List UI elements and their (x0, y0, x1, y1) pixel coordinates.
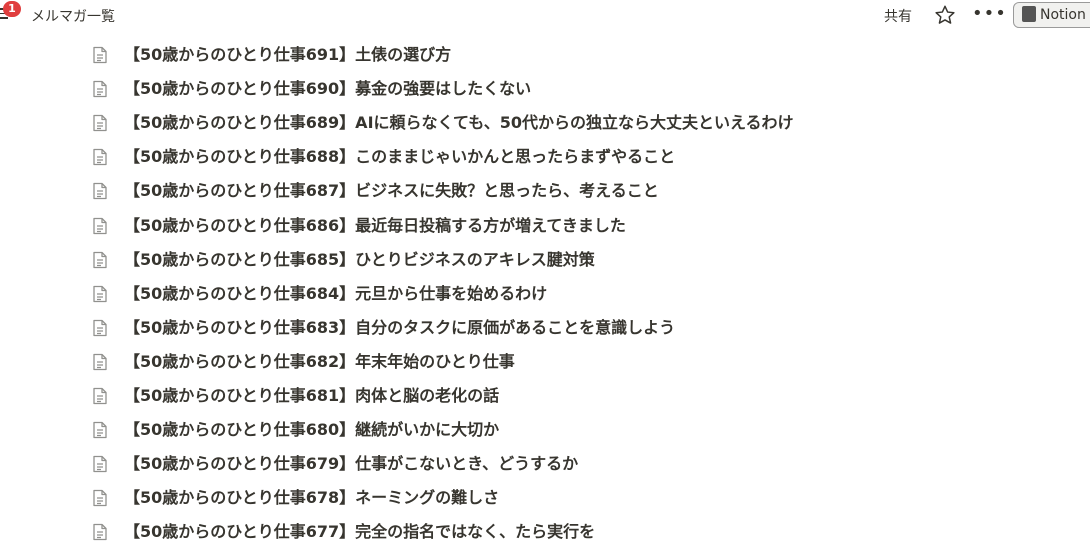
page-icon (93, 80, 107, 98)
page-list-item[interactable]: 【50歳からのひとり仕事690】募金の強要はしたくない (88, 72, 988, 106)
page-list-item[interactable]: 【50歳からのひとり仕事687】ビジネスに失敗？と思ったら、考えること (88, 174, 988, 208)
page-title-link[interactable]: 【50歳からのひとり仕事679】仕事がこないとき、どうするか (124, 453, 578, 475)
page-list-item[interactable]: 【50歳からのひとり仕事678】ネーミングの難しさ (88, 481, 988, 515)
page-icon (93, 387, 107, 405)
open-in-notion-button[interactable]: Notion (1013, 2, 1090, 28)
page-title-link[interactable]: 【50歳からのひとり仕事678】ネーミングの難しさ (124, 487, 499, 509)
top-bar: 1 メルマガ一覧 共有 ••• Notion (0, 0, 1090, 32)
more-options-icon[interactable]: ••• (972, 4, 1007, 24)
page-title-link[interactable]: 【50歳からのひとり仕事682】年末年始のひとり仕事 (124, 351, 515, 373)
page-title-link[interactable]: 【50歳からのひとり仕事677】完全の指名ではなく、たら実行を (124, 521, 595, 543)
notification-badge: 1 (3, 1, 21, 17)
page-title-link[interactable]: 【50歳からのひとり仕事680】継続がいかに大切か (124, 419, 499, 441)
page-title-link[interactable]: 【50歳からのひとり仕事687】ビジネスに失敗？と思ったら、考えること (124, 180, 659, 202)
page-list-item[interactable]: 【50歳からのひとり仕事689】AIに頼らなくても、50代からの独立なら大丈夫と… (88, 106, 988, 140)
page-icon (93, 115, 107, 132)
page-icon (93, 251, 107, 268)
page-list-item[interactable]: 【50歳からのひとり仕事682】年末年始のひとり仕事 (88, 345, 988, 379)
page-title-link[interactable]: 【50歳からのひとり仕事686】最近毎日投稿する方が増えてきました (124, 215, 626, 237)
page-icon (93, 183, 107, 200)
page-icon (93, 524, 107, 541)
page-list-item[interactable]: 【50歳からのひとり仕事685】ひとりビジネスのアキレス腱対策 (88, 243, 988, 277)
page-icon (93, 217, 107, 234)
page-icon (93, 285, 107, 302)
page-title[interactable]: メルマガ一覧 (31, 6, 115, 26)
page-title-link[interactable]: 【50歳からのひとり仕事681】肉体と脳の老化の話 (124, 385, 499, 407)
page-title-link[interactable]: 【50歳からのひとり仕事688】このままじゃいかんと思ったらまずやること (124, 146, 675, 168)
page-icon (93, 149, 107, 166)
page-list-item[interactable]: 【50歳からのひとり仕事684】元旦から仕事を始めるわけ (88, 277, 988, 311)
page-list-item[interactable]: 【50歳からのひとり仕事677】完全の指名ではなく、たら実行を (88, 515, 988, 549)
page-icon (93, 319, 107, 336)
page-list-item[interactable]: 【50歳からのひとり仕事681】肉体と脳の老化の話 (88, 379, 988, 413)
page-title-link[interactable]: 【50歳からのひとり仕事690】募金の強要はしたくない (124, 78, 531, 100)
page-icon (93, 353, 107, 371)
page-icon (93, 456, 107, 473)
page-title-link[interactable]: 【50歳からのひとり仕事691】土俵の選び方 (124, 44, 451, 66)
notion-app-icon (1022, 6, 1036, 22)
page-list-item[interactable]: 【50歳からのひとり仕事686】最近毎日投稿する方が増えてきました (88, 209, 988, 243)
page-icon (93, 46, 107, 64)
page-title-link[interactable]: 【50歳からのひとり仕事683】自分のタスクに原価があることを意識しよう (124, 317, 675, 339)
star-icon[interactable] (934, 4, 956, 26)
page-title-link[interactable]: 【50歳からのひとり仕事685】ひとりビジネスのアキレス腱対策 (124, 249, 595, 271)
page-title-link[interactable]: 【50歳からのひとり仕事689】AIに頼らなくても、50代からの独立なら大丈夫と… (124, 112, 794, 134)
page-icon (93, 421, 107, 439)
page-icon (93, 490, 107, 507)
page-list-item[interactable]: 【50歳からのひとり仕事683】自分のタスクに原価があることを意識しよう (88, 311, 988, 345)
page-title-link[interactable]: 【50歳からのひとり仕事684】元旦から仕事を始めるわけ (124, 283, 547, 305)
page-list-item[interactable]: 【50歳からのひとり仕事680】継続がいかに大切か (88, 413, 988, 447)
share-button[interactable]: 共有 (884, 6, 912, 26)
notion-button-label: Notion (1040, 7, 1086, 23)
page-list-item[interactable]: 【50歳からのひとり仕事691】土俵の選び方 (88, 38, 988, 72)
page-list-item[interactable]: 【50歳からのひとり仕事688】このままじゃいかんと思ったらまずやること (88, 140, 988, 174)
page-list-item[interactable]: 【50歳からのひとり仕事679】仕事がこないとき、どうするか (88, 447, 988, 481)
